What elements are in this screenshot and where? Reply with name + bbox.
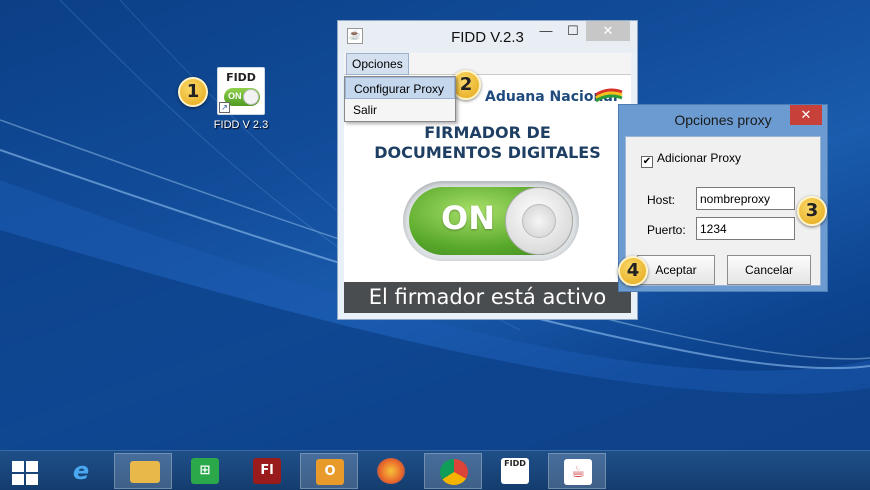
taskbar-outlook[interactable]: O [300,453,358,489]
aduana-flag-icon [595,88,623,103]
maximize-button[interactable]: ☐ [560,21,586,41]
fidd-main-window: ☕ FIDD V.2.3 — ☐ ✕ Opciones Configurar P… [337,20,638,320]
taskbar-flash[interactable]: Fl [238,453,296,489]
folder-icon [130,461,160,483]
taskbar: e ⊞ Fl O FIDD ☕ [0,450,870,490]
aceptar-button[interactable]: Aceptar [637,255,715,285]
headline-line-1: FIRMADOR DE [424,123,551,142]
signer-on-toggle[interactable]: ON [403,181,579,261]
menu-item-salir[interactable]: Salir [345,99,455,121]
port-input[interactable] [696,217,795,240]
taskbar-file-explorer[interactable] [114,453,172,489]
main-titlebar: ☕ FIDD V.2.3 — ☐ ✕ [338,21,637,52]
adicionar-proxy-row[interactable]: ✔ Adicionar Proxy [641,151,741,168]
step-badge-1: 1 [178,77,208,107]
taskbar-chrome[interactable] [424,453,482,489]
fidd-app-icon: FIDD ON ↗ [217,67,265,115]
status-bar: El firmador está activo [344,282,631,313]
fidd-taskbar-icon: FIDD [501,458,529,484]
taskbar-fidd[interactable]: FIDD [486,453,544,489]
cancelar-button[interactable]: Cancelar [727,255,811,285]
taskbar-store[interactable]: ⊞ [176,453,234,489]
adicionar-proxy-checkbox[interactable]: ✔ [641,156,653,168]
desktop-icon-caption: FIDD V 2.3 [213,119,269,131]
close-button[interactable]: ✕ [586,21,630,41]
shortcut-arrow-icon: ↗ [219,102,230,113]
host-input[interactable] [696,187,795,210]
mini-toggle-label: ON [228,91,242,101]
start-button[interactable] [0,453,58,489]
firefox-icon [377,458,405,484]
step-badge-3: 3 [797,196,827,226]
host-label: Host: [647,193,676,207]
toggle-on-label: ON [441,199,495,237]
menu-item-configurar-proxy[interactable]: Configurar Proxy [345,77,455,99]
flash-icon: Fl [253,458,281,484]
port-label: Puerto: [647,223,686,237]
menu-opciones[interactable]: Opciones [346,53,409,75]
windows-logo-icon [12,461,38,485]
taskbar-firefox[interactable] [362,453,420,489]
adicionar-proxy-label: Adicionar Proxy [657,151,742,165]
proxy-titlebar: Opciones proxy ✕ [619,105,827,136]
proxy-dialog-body: ✔ Adicionar Proxy Host: Puerto: Aceptar C… [625,136,821,286]
proxy-options-dialog: Opciones proxy ✕ ✔ Adicionar Proxy Host: … [618,104,828,292]
headline-line-2: DOCUMENTOS DIGITALES [374,143,601,162]
fidd-icon-title: FIDD [226,71,256,84]
menu-bar: Opciones [344,53,631,75]
internet-explorer-icon: e [72,457,90,485]
store-icon: ⊞ [191,458,219,484]
java-icon: ☕ [564,459,592,485]
taskbar-internet-explorer[interactable]: e [52,453,110,489]
step-badge-4: 4 [618,256,648,286]
mini-toggle-knob [243,89,259,105]
minimize-button[interactable]: — [532,21,560,41]
opciones-dropdown: Configurar Proxy Salir [344,76,456,122]
taskbar-java[interactable]: ☕ [548,453,606,489]
proxy-close-button[interactable]: ✕ [790,105,822,125]
outlook-icon: O [316,459,344,485]
chrome-icon [440,459,468,485]
toggle-knob [505,187,573,255]
firmador-headline: FIRMADOR DE DOCUMENTOS DIGITALES [338,123,637,163]
desktop-shortcut-fidd[interactable]: FIDD ON ↗ FIDD V 2.3 [210,67,272,131]
